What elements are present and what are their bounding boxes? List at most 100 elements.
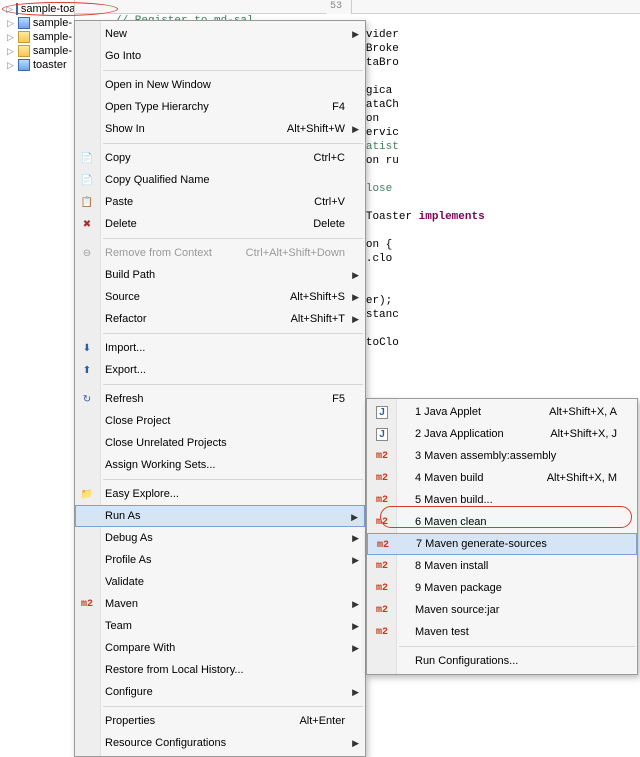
- run-as-item-maven-source-jar[interactable]: m2Maven source:jar: [367, 599, 637, 621]
- menu-item-refresh[interactable]: ↻RefreshF5: [75, 388, 365, 410]
- menu-item-shortcut: F4: [320, 101, 345, 113]
- menu-item-label: Close Project: [105, 415, 345, 427]
- submenu-arrow-icon: ▶: [351, 512, 358, 523]
- tree-item[interactable]: ▷ sample-: [0, 44, 74, 58]
- menu-item-label: Source: [105, 291, 278, 303]
- submenu-arrow-icon: ▶: [352, 533, 359, 544]
- tree-item-label: sample-toaster: [21, 3, 74, 15]
- java-icon: J: [375, 405, 389, 419]
- tree-item-label: sample-: [33, 45, 72, 57]
- run-as-item-maven-build[interactable]: m24 Maven buildAlt+Shift+X, M: [367, 467, 637, 489]
- expand-icon[interactable]: ▷: [6, 46, 15, 57]
- expand-icon[interactable]: ▷: [6, 60, 15, 71]
- submenu-arrow-icon: ▶: [352, 621, 359, 632]
- line-number: 53: [326, 0, 352, 14]
- menu-item-import[interactable]: ⬇Import...: [75, 337, 365, 359]
- menu-item-copy-qualified-name[interactable]: 📄Copy Qualified Name: [75, 169, 365, 191]
- run-as-item-maven-generate-sources[interactable]: m2 7 Maven generate-sources: [367, 533, 637, 555]
- menu-item-label: 7 Maven generate-sources: [402, 538, 616, 550]
- submenu-arrow-icon: ▶: [352, 555, 359, 566]
- menu-item-copy[interactable]: 📄CopyCtrl+C: [75, 147, 365, 169]
- submenu-arrow-icon: ▶: [352, 599, 359, 610]
- menu-item-label: Run As: [105, 510, 344, 522]
- run-as-item-maven-install[interactable]: m28 Maven install: [367, 555, 637, 577]
- menu-item-go-into[interactable]: Go Into: [75, 45, 365, 67]
- run-as-item-maven-build[interactable]: m2 5 Maven build...: [367, 489, 637, 511]
- menu-item-open-type-hierarchy[interactable]: Open Type HierarchyF4: [75, 96, 365, 118]
- tree-item[interactable]: ▷ sample-: [0, 30, 74, 44]
- run-as-item-maven-package[interactable]: m29 Maven package: [367, 577, 637, 599]
- menu-item-build-path[interactable]: Build Path▶: [75, 264, 365, 286]
- menu-item-resource-configurations[interactable]: Resource Configurations▶: [75, 732, 365, 754]
- menu-item-label: Debug As: [105, 532, 345, 544]
- maven-icon: m2: [375, 449, 389, 463]
- menu-item-compare-with[interactable]: Compare With▶: [75, 637, 365, 659]
- run-as-item-run-configurations[interactable]: Run Configurations...: [367, 650, 637, 672]
- menu-item-source[interactable]: SourceAlt+Shift+S▶: [75, 286, 365, 308]
- menu-item-label: Copy Qualified Name: [105, 174, 345, 186]
- menu-item-label: 4 Maven build: [401, 472, 535, 484]
- menu-item-label: Team: [105, 620, 345, 632]
- run-as-item-java-application[interactable]: J2 Java ApplicationAlt+Shift+X, J: [367, 423, 637, 445]
- menu-item-label: Compare With: [105, 642, 345, 654]
- menu-item-label: Go Into: [105, 50, 345, 62]
- menu-item-label: Resource Configurations: [105, 737, 345, 749]
- menu-item-shortcut: Ctrl+C: [302, 152, 345, 164]
- run-as-submenu: J1 Java AppletAlt+Shift+X, AJ2 Java Appl…: [366, 398, 638, 675]
- menu-item-profile-as[interactable]: Profile As ▶: [75, 549, 365, 571]
- tree-item[interactable]: ▷sample-: [0, 16, 74, 30]
- menu-item-label: Assign Working Sets...: [105, 459, 345, 471]
- run-as-item-maven-clean[interactable]: m2 6 Maven clean: [367, 511, 637, 533]
- run-as-item-java-applet[interactable]: J1 Java AppletAlt+Shift+X, A: [367, 401, 637, 423]
- menu-item-label: Show In: [105, 123, 275, 135]
- tree-item-label: sample-: [33, 31, 72, 43]
- menu-item-run-as[interactable]: Run As ▶: [75, 505, 365, 527]
- menu-item-delete[interactable]: ✖DeleteDelete: [75, 213, 365, 235]
- menu-item-easy-explore[interactable]: 📁Easy Explore...: [75, 483, 365, 505]
- refresh-icon: ↻: [80, 392, 94, 406]
- menu-item-label: Profile As: [105, 554, 345, 566]
- menu-item-assign-working-sets[interactable]: Assign Working Sets...: [75, 454, 365, 476]
- maven-icon: m2: [375, 515, 389, 529]
- menu-item-close-project[interactable]: Close Project: [75, 410, 365, 432]
- menu-item-label: Maven source:jar: [401, 604, 617, 616]
- menu-item-label: 2 Java Application: [401, 428, 538, 440]
- run-as-item-maven-assembly-assembly[interactable]: m2 3 Maven assembly:assembly: [367, 445, 637, 467]
- maven-icon: m2: [376, 538, 390, 552]
- menu-item-label: 5 Maven build...: [401, 494, 617, 506]
- menu-item-show-in[interactable]: Show InAlt+Shift+W▶: [75, 118, 365, 140]
- menu-item-label: Close Unrelated Projects: [105, 437, 345, 449]
- menu-item-label: Validate: [105, 576, 345, 588]
- menu-item-validate[interactable]: Validate: [75, 571, 365, 593]
- menu-item-label: Remove from Context: [105, 247, 234, 259]
- menu-separator: [103, 384, 363, 385]
- menu-item-restore-from-local-history[interactable]: Restore from Local History...: [75, 659, 365, 681]
- tree-item[interactable]: ▷ sample-toaster: [0, 2, 74, 16]
- expand-icon[interactable]: ▷: [6, 18, 15, 29]
- menu-item-label: Run Configurations...: [401, 655, 617, 667]
- menu-item-shortcut: Alt+Shift+X, J: [538, 428, 617, 440]
- menu-item-label: Copy: [105, 152, 302, 164]
- menu-item-label: 3 Maven assembly:assembly: [401, 450, 617, 462]
- tree-item[interactable]: ▷toaster: [0, 58, 74, 72]
- menu-item-refactor[interactable]: RefactorAlt+Shift+T▶: [75, 308, 365, 330]
- menu-item-maven[interactable]: m2 Maven ▶: [75, 593, 365, 615]
- run-as-item-maven-test[interactable]: m2Maven test: [367, 621, 637, 643]
- maven-icon: m2: [375, 493, 389, 507]
- menu-item-new[interactable]: New▶: [75, 23, 365, 45]
- menu-item-configure[interactable]: Configure▶: [75, 681, 365, 703]
- expand-icon[interactable]: ▷: [6, 4, 13, 15]
- menu-item-close-unrelated-projects[interactable]: Close Unrelated Projects: [75, 432, 365, 454]
- menu-item-label: Open in New Window: [105, 79, 345, 91]
- menu-item-label: 6 Maven clean: [401, 516, 617, 528]
- maven-icon: m2: [80, 597, 94, 611]
- expand-icon[interactable]: ▷: [6, 32, 15, 43]
- menu-item-properties[interactable]: PropertiesAlt+Enter: [75, 710, 365, 732]
- menu-item-team[interactable]: Team ▶: [75, 615, 365, 637]
- menu-item-shortcut: Ctrl+Alt+Shift+Down: [234, 247, 345, 259]
- menu-item-paste[interactable]: 📋PasteCtrl+V: [75, 191, 365, 213]
- menu-item-debug-as[interactable]: Debug As ▶: [75, 527, 365, 549]
- menu-item-label: Maven: [105, 598, 345, 610]
- menu-item-open-in-new-window[interactable]: Open in New Window: [75, 74, 365, 96]
- menu-item-export[interactable]: ⬆Export...: [75, 359, 365, 381]
